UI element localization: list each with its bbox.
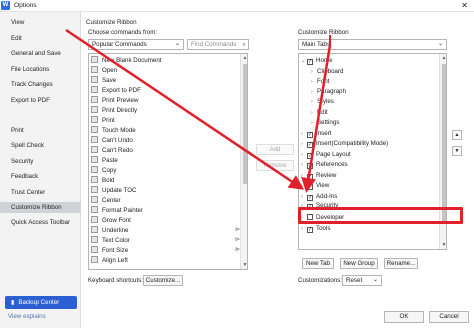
annotation-arrows bbox=[65, 28, 332, 193]
arrow-to-tree bbox=[65, 28, 305, 190]
arrow-to-developer bbox=[301, 44, 332, 193]
